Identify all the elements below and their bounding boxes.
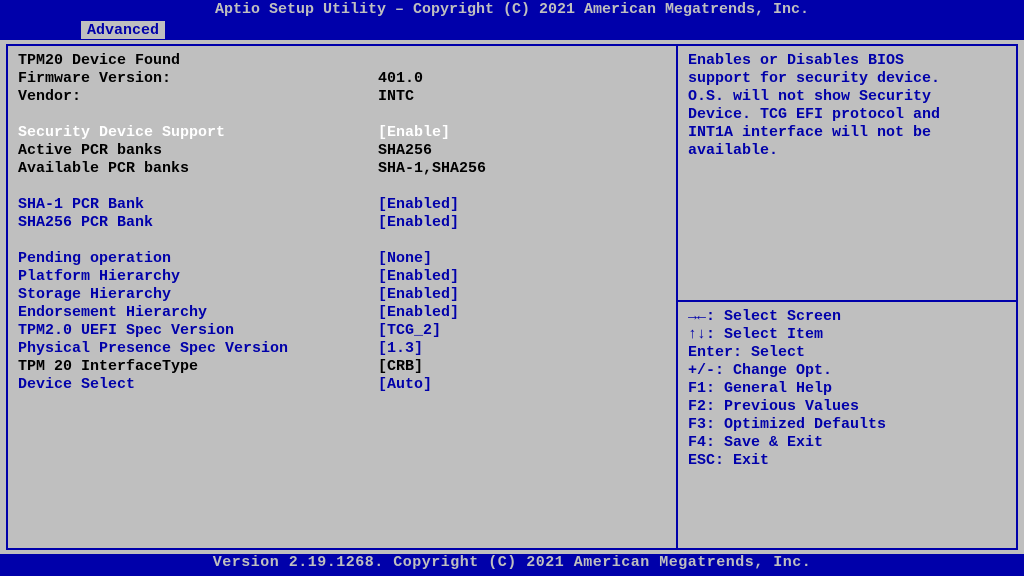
blank-row: [18, 106, 666, 124]
tpm-device-found: TPM20 Device Found: [18, 52, 666, 70]
blank-row: [18, 178, 666, 196]
firmware-version-label: Firmware Version:: [18, 70, 378, 88]
tab-advanced[interactable]: Advanced: [80, 20, 166, 40]
key-esc-exit: ESC: Exit: [688, 452, 1006, 470]
title-bar: Aptio Setup Utility – Copyright (C) 2021…: [0, 0, 1024, 20]
blank-row: [688, 488, 1006, 506]
blank-row: [688, 506, 1006, 524]
blank-row: [18, 232, 666, 250]
platform-hierarchy-value: [Enabled]: [378, 268, 459, 286]
key-optimized-defaults: F3: Optimized Defaults: [688, 416, 1006, 434]
firmware-version-value: 401.0: [378, 70, 423, 88]
platform-hierarchy-row[interactable]: Platform Hierarchy [Enabled]: [18, 268, 666, 286]
sha256-pcr-bank-value: [Enabled]: [378, 214, 459, 232]
endorsement-hierarchy-label: Endorsement Hierarchy: [18, 304, 378, 322]
sha1-pcr-bank-value: [Enabled]: [378, 196, 459, 214]
help-line: support for security device.: [688, 70, 1006, 88]
pending-operation-row[interactable]: Pending operation [None]: [18, 250, 666, 268]
security-device-support-value: [Enable]: [378, 124, 450, 142]
storage-hierarchy-row[interactable]: Storage Hierarchy [Enabled]: [18, 286, 666, 304]
help-line: O.S. will not show Security: [688, 88, 1006, 106]
key-select-screen: →←: Select Screen: [688, 308, 1006, 326]
key-general-help: F1: General Help: [688, 380, 1006, 398]
security-device-support-label: Security Device Support: [18, 124, 378, 142]
sha256-pcr-bank-row[interactable]: SHA256 PCR Bank [Enabled]: [18, 214, 666, 232]
device-select-label: Device Select: [18, 376, 378, 394]
pending-operation-value: [None]: [378, 250, 432, 268]
active-pcr-row: Active PCR banks SHA256: [18, 142, 666, 160]
device-select-row[interactable]: Device Select [Auto]: [18, 376, 666, 394]
interface-type-label: TPM 20 InterfaceType: [18, 358, 378, 376]
uefi-spec-version-label: TPM2.0 UEFI Spec Version: [18, 322, 378, 340]
security-device-support-row[interactable]: Security Device Support [Enable]: [18, 124, 666, 142]
device-select-value: [Auto]: [378, 376, 432, 394]
tab-strip: Advanced: [0, 20, 1024, 40]
key-previous-values: F2: Previous Values: [688, 398, 1006, 416]
help-line: available.: [688, 142, 1006, 160]
active-pcr-label: Active PCR banks: [18, 142, 378, 160]
vendor-value: INTC: [378, 88, 414, 106]
main-panel: TPM20 Device Found Firmware Version: 401…: [6, 44, 676, 550]
platform-hierarchy-label: Platform Hierarchy: [18, 268, 378, 286]
help-divider: [678, 300, 1016, 302]
pps-version-row[interactable]: Physical Presence Spec Version [1.3]: [18, 340, 666, 358]
available-pcr-label: Available PCR banks: [18, 160, 378, 178]
vendor-label: Vendor:: [18, 88, 378, 106]
sha1-pcr-bank-row[interactable]: SHA-1 PCR Bank [Enabled]: [18, 196, 666, 214]
help-panel: Enables or Disables BIOS support for sec…: [676, 44, 1018, 550]
help-spacer: [688, 160, 1006, 294]
endorsement-hierarchy-value: [Enabled]: [378, 304, 459, 322]
blank-row: [688, 470, 1006, 488]
uefi-spec-version-value: [TCG_2]: [378, 322, 441, 340]
content-area: TPM20 Device Found Firmware Version: 401…: [0, 40, 1024, 554]
interface-type-value: [CRB]: [378, 358, 423, 376]
footer-bar: Version 2.19.1268. Copyright (C) 2021 Am…: [0, 554, 1024, 572]
available-pcr-value: SHA-1,SHA256: [378, 160, 486, 178]
storage-hierarchy-value: [Enabled]: [378, 286, 459, 304]
sha1-pcr-bank-label: SHA-1 PCR Bank: [18, 196, 378, 214]
pps-version-value: [1.3]: [378, 340, 423, 358]
key-select-item: ↑↓: Select Item: [688, 326, 1006, 344]
vendor-row: Vendor: INTC: [18, 88, 666, 106]
help-line: INT1A interface will not be: [688, 124, 1006, 142]
key-save-exit: F4: Save & Exit: [688, 434, 1006, 452]
firmware-version-row: Firmware Version: 401.0: [18, 70, 666, 88]
interface-type-row: TPM 20 InterfaceType [CRB]: [18, 358, 666, 376]
storage-hierarchy-label: Storage Hierarchy: [18, 286, 378, 304]
key-enter-select: Enter: Select: [688, 344, 1006, 362]
help-text: Enables or Disables BIOS support for sec…: [688, 52, 1006, 160]
blank-row: [688, 524, 1006, 542]
sha256-pcr-bank-label: SHA256 PCR Bank: [18, 214, 378, 232]
uefi-spec-version-row[interactable]: TPM2.0 UEFI Spec Version [TCG_2]: [18, 322, 666, 340]
pending-operation-label: Pending operation: [18, 250, 378, 268]
pps-version-label: Physical Presence Spec Version: [18, 340, 378, 358]
available-pcr-row: Available PCR banks SHA-1,SHA256: [18, 160, 666, 178]
help-line: Device. TCG EFI protocol and: [688, 106, 1006, 124]
endorsement-hierarchy-row[interactable]: Endorsement Hierarchy [Enabled]: [18, 304, 666, 322]
key-change-opt: +/-: Change Opt.: [688, 362, 1006, 380]
active-pcr-value: SHA256: [378, 142, 432, 160]
help-line: Enables or Disables BIOS: [688, 52, 1006, 70]
